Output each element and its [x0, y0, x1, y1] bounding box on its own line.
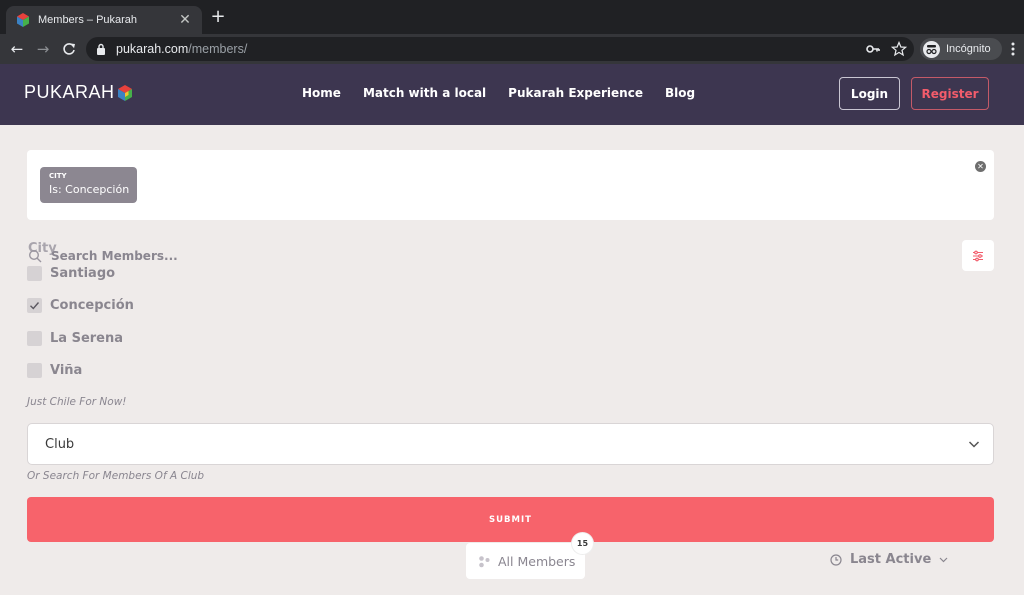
- login-button[interactable]: Login: [839, 77, 900, 110]
- filter-settings-button[interactable]: [962, 240, 994, 271]
- clock-icon: [830, 553, 842, 566]
- key-icon[interactable]: [865, 41, 881, 57]
- reload-icon[interactable]: [61, 41, 77, 57]
- tab-title: Members – Pukarah: [38, 14, 138, 26]
- search-icon: [28, 249, 42, 263]
- bookmark-star-icon[interactable]: [891, 41, 907, 57]
- incognito-profile-button[interactable]: Incógnito: [920, 38, 1002, 60]
- members-icon: [479, 555, 490, 567]
- forward-arrow-icon[interactable]: →: [35, 41, 51, 57]
- clear-filters-icon[interactable]: ✕: [975, 161, 986, 172]
- all-members-tab[interactable]: All Members: [466, 543, 585, 579]
- logo-cube-icon: [117, 84, 132, 101]
- browser-toolbar: ← → pukarah.com/members/ Incógnito: [0, 34, 1024, 64]
- city-option-label: Santiago: [50, 266, 116, 281]
- main-nav: Home Match with a local Pukarah Experien…: [302, 86, 695, 100]
- chip-key: CITY: [49, 172, 67, 180]
- city-option-label: Concepción: [50, 298, 134, 313]
- city-option-la-serena[interactable]: La Serena: [27, 331, 123, 346]
- register-button[interactable]: Register: [911, 77, 989, 110]
- lock-icon: [97, 43, 105, 55]
- site-logo[interactable]: PUKARAH: [24, 82, 134, 103]
- browser-tab[interactable]: Members – Pukarah ✕: [6, 6, 202, 34]
- club-select-value: Club: [45, 436, 75, 452]
- chevron-down-icon: [939, 557, 948, 563]
- incognito-icon: [923, 40, 940, 58]
- back-arrow-icon[interactable]: ←: [9, 41, 25, 57]
- member-search[interactable]: Search Members...: [28, 249, 178, 263]
- member-count-badge: 15: [572, 533, 593, 554]
- logo-text: PUKARAH: [24, 82, 115, 102]
- city-option-concepcion[interactable]: Concepción: [27, 298, 134, 313]
- incognito-label: Incógnito: [946, 43, 991, 55]
- city-filter-chip[interactable]: CITY Is: Concepción: [40, 167, 137, 203]
- city-option-vina[interactable]: Viña: [27, 363, 82, 378]
- club-hint: Or Search For Members Of A Club: [27, 470, 205, 482]
- nav-match-with-a-local[interactable]: Match with a local: [363, 86, 486, 100]
- checkmark-icon: [30, 302, 40, 310]
- browser-tab-bar: Members – Pukarah ✕ +: [0, 0, 1024, 34]
- search-input-placeholder: Search Members...: [51, 249, 178, 263]
- browser-menu-icon[interactable]: [1008, 41, 1018, 57]
- site-favicon-icon: [17, 13, 29, 27]
- new-tab-icon[interactable]: +: [209, 8, 227, 27]
- checkbox[interactable]: [27, 363, 42, 378]
- nav-blog[interactable]: Blog: [665, 86, 695, 100]
- chevron-down-icon: [968, 441, 980, 448]
- sort-dropdown[interactable]: Last Active: [830, 552, 948, 567]
- nav-home[interactable]: Home: [302, 86, 341, 100]
- city-hint: Just Chile For Now!: [27, 396, 127, 408]
- chip-value: Is: Concepción: [49, 183, 130, 196]
- active-filters-box: CITY Is: Concepción ✕: [27, 150, 994, 220]
- sort-label: Last Active: [850, 552, 932, 567]
- all-members-label: All Members: [498, 553, 576, 569]
- tab-close-icon[interactable]: ✕: [178, 12, 192, 28]
- nav-pukarah-experience[interactable]: Pukarah Experience: [508, 86, 643, 100]
- club-select[interactable]: Club: [27, 423, 994, 465]
- city-option-label: La Serena: [50, 331, 124, 346]
- url-text: pukarah.com/members/: [116, 42, 248, 56]
- city-option-label: Viña: [50, 363, 83, 378]
- address-bar[interactable]: pukarah.com/members/: [86, 37, 914, 61]
- checkbox[interactable]: [27, 331, 42, 346]
- checkbox-checked[interactable]: [27, 298, 42, 313]
- sliders-icon: [973, 250, 983, 261]
- submit-button[interactable]: SUBMIT: [27, 497, 994, 542]
- checkbox[interactable]: [27, 266, 42, 281]
- site-header: PUKARAH Home Match with a local Pukarah …: [0, 64, 1024, 125]
- city-option-santiago[interactable]: Santiago: [27, 266, 115, 281]
